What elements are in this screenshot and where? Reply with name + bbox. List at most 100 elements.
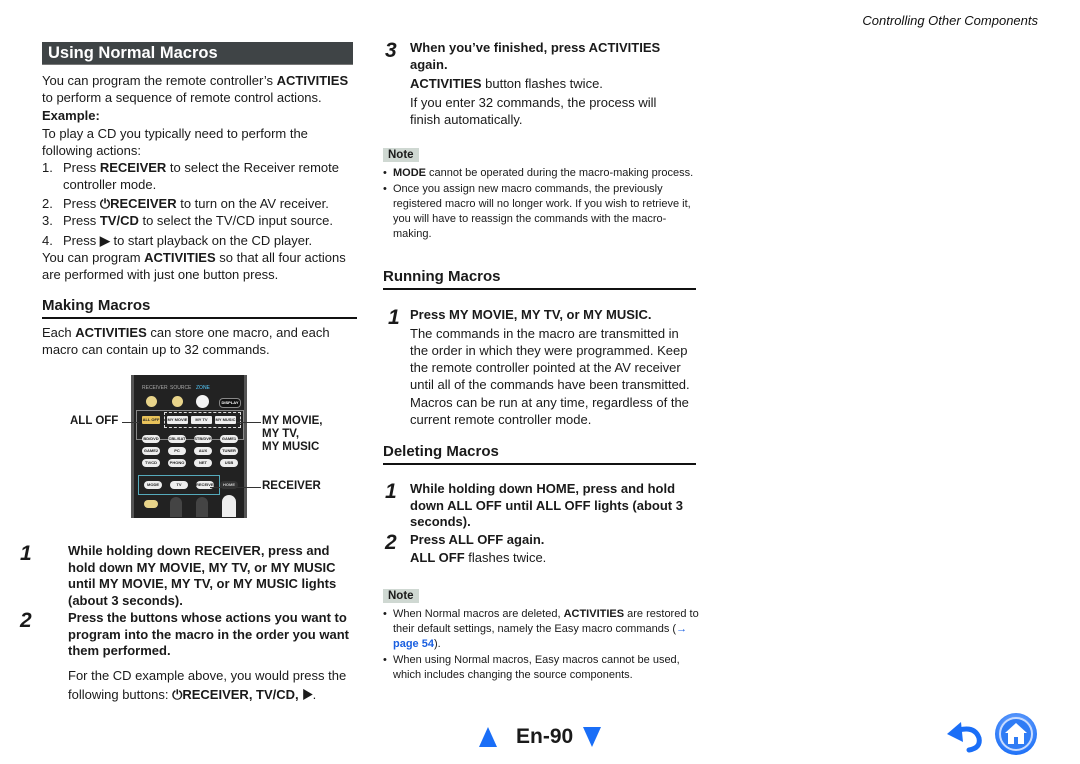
step-number: 1 [385, 480, 397, 503]
step-number: 2 [385, 531, 397, 554]
note-item: • When using Normal macros, Easy macros c… [383, 654, 680, 681]
action-item: 3. Press TV/CD to select the TV/CD input… [42, 212, 360, 229]
note-block-1: Note • MODE cannot be operated during the… [383, 145, 701, 242]
previous-page-button[interactable] [479, 727, 497, 747]
all-off-button: ALL OFF [142, 416, 160, 424]
making-step-1: 1 While holding down RECEIVER, press and… [20, 543, 355, 609]
summary-paragraph: You can program ACTIVITIES so that all f… [42, 250, 346, 282]
action-text: Press ⏻RECEIVER to turn on the AV receiv… [63, 196, 329, 211]
power-receiver-button [146, 396, 157, 407]
page-number: En-90 [516, 725, 574, 748]
remote-illustration: RECEIVER SOURCE ZONE DISPLAY ALL OFF MY … [131, 375, 247, 518]
step-detail: If you enter 32 commands, the process wi… [410, 95, 657, 127]
input-button: NET [194, 459, 212, 467]
section-banner-title: Using Normal Macros [42, 42, 353, 65]
my-tv-button: MY TV [191, 416, 212, 424]
tv-button: TV [170, 481, 188, 489]
intro-paragraph: You can program the remote controller’s … [42, 72, 360, 106]
step-body: Press MY MOVIE, MY TV, or MY MUSIC. The … [410, 307, 700, 428]
note-block-2: Note • When Normal macros are deleted, AC… [383, 586, 701, 683]
tv-vol-button [170, 497, 182, 517]
input-button: TV/CD [142, 459, 160, 467]
remote-zone-label: ZONE [196, 385, 210, 391]
step-text: When you’ve finished, press ACTIVITIES a… [410, 40, 661, 72]
intro-suffix: to perform a sequence of remote control … [42, 90, 322, 105]
next-page-button[interactable] [583, 727, 601, 747]
my-movie-button: MY MOVIE [167, 416, 188, 424]
callout-line [237, 422, 261, 423]
making-step-3: 3 When you’ve finished, press ACTIVITIES… [385, 40, 690, 128]
step-detail: For the CD example above, you would pres… [68, 667, 347, 702]
callout-all-off: ALL OFF [70, 415, 119, 427]
input-button: STB/DVR [194, 435, 212, 443]
back-button[interactable] [945, 720, 985, 754]
my-music-button: MY MUSIC [215, 416, 236, 424]
note-list: • When Normal macros are deleted, ACTIVIT… [383, 607, 701, 683]
step-number: 1 [20, 542, 32, 565]
making-paragraph: Each ACTIVITIES can store one macro, and… [42, 325, 330, 357]
callout-my-buttons: MY MOVIE, MY TV, MY MUSIC [262, 415, 323, 454]
triangle-down-icon [583, 727, 601, 747]
note-label: Note [383, 589, 419, 603]
input-button: USB [220, 459, 238, 467]
callout-line [122, 422, 139, 423]
step-text: Press the buttons whose actions you want… [68, 610, 349, 658]
step-number: 1 [388, 306, 400, 329]
input-button: CBL/SAT [168, 435, 186, 443]
action-item: 4. Press ▶ to start playback on the CD p… [42, 232, 360, 249]
step-detail: The commands in the macro are transmitte… [410, 325, 690, 392]
input-button: TUNER [220, 447, 238, 455]
running-step-1: 1 Press MY MOVIE, MY TV, or MY MUSIC. Th… [388, 307, 700, 428]
intro-text: You can program the remote controller’s [42, 73, 277, 88]
example-text: To play a CD you typically need to perfo… [42, 126, 308, 158]
making-step-2: 2 Press the buttons whose actions you wa… [20, 610, 355, 704]
step-text: While holding down HOME, press and hold … [410, 481, 683, 529]
action-text: Press ▶ to start playback on the CD play… [63, 233, 313, 248]
ch-disc-button [196, 497, 208, 517]
step-body: Press ALL OFF again. ALL OFF flashes twi… [410, 532, 546, 566]
callout-line [210, 487, 261, 488]
step-number: 2 [20, 609, 32, 632]
input-button: GAME1 [220, 435, 238, 443]
vol-button [222, 495, 236, 517]
step-detail: ALL OFF flashes twice. [410, 549, 547, 565]
step-detail: Macros can be run at any time, regardles… [410, 394, 689, 427]
home-icon [995, 713, 1037, 755]
step-text: While holding down RECEIVER, press and h… [68, 543, 337, 608]
input-button: PC [168, 447, 186, 455]
step-text: Press MY MOVIE, MY TV, or MY MUSIC. [410, 307, 652, 322]
step-text: Press ALL OFF again. [410, 532, 545, 547]
display-button: DISPLAY [219, 398, 241, 408]
action-text: Press RECEIVER to select the Receiver re… [63, 160, 340, 192]
note-item: • MODE cannot be operated during the macr… [383, 167, 694, 179]
action-text: Press TV/CD to select the TV/CD input so… [63, 213, 333, 228]
triangle-up-icon [479, 727, 497, 747]
action-num: 3. [42, 213, 53, 228]
input-button: AUX [194, 447, 212, 455]
running-macros-heading: Running Macros [383, 268, 696, 290]
action-num: 1. [42, 160, 53, 175]
remote-receiver-label: RECEIVER [142, 385, 168, 391]
step-body: Press the buttons whose actions you want… [45, 610, 355, 704]
step-detail: ACTIVITIES button flashes twice. [410, 76, 603, 91]
section-header: Controlling Other Components [862, 13, 1038, 28]
note-label: Note [383, 148, 419, 162]
note-item: • Once you assign new macro commands, the… [383, 183, 691, 240]
step-body: When you’ve finished, press ACTIVITIES a… [410, 40, 690, 128]
action-num: 2. [42, 196, 53, 211]
input-button: GAME2 [142, 447, 160, 455]
note-item: • When Normal macros are deleted, ACTIVIT… [383, 608, 699, 650]
remote-source-label: SOURCE [170, 385, 192, 391]
action-list: 1. Press RECEIVER to select the Receiver… [42, 159, 360, 249]
action-num: 4. [42, 233, 53, 248]
example-label: Example: [42, 108, 100, 123]
intro-bold: ACTIVITIES [276, 73, 349, 88]
callout-my-tv: MY TV, [262, 428, 300, 440]
mode-button: MODE [144, 481, 162, 489]
home-button[interactable] [994, 712, 1038, 756]
callout-receiver: RECEIVER [262, 480, 321, 492]
action-item: 1. Press RECEIVER to select the Receiver… [42, 159, 360, 193]
back-arrow-icon [947, 722, 982, 753]
input-button: PHONO [168, 459, 186, 467]
deleting-step-1: 1 While holding down HOME, press and hol… [385, 481, 695, 531]
